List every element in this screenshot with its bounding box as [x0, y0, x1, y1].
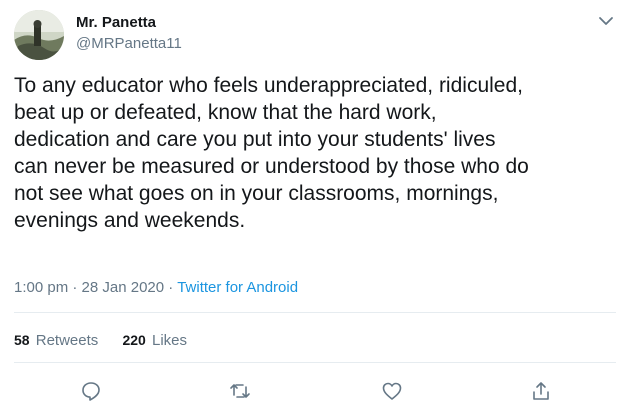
tweet-time[interactable]: 1:00 pm: [14, 279, 68, 296]
meta-separator-2: ·: [164, 279, 178, 296]
divider: [14, 312, 616, 313]
share-icon[interactable]: [530, 380, 552, 402]
meta-separator: ·: [68, 279, 82, 296]
retweets-stat[interactable]: 58 Retweets: [14, 330, 98, 351]
tweet-card: Mr. Panetta @MRPanetta11 To any educator…: [0, 0, 630, 416]
likes-stat[interactable]: 220 Likes: [122, 330, 187, 351]
user-handle[interactable]: @MRPanetta11: [76, 34, 182, 53]
retweets-label: Retweets: [35, 332, 99, 349]
engagement-stats: 58 Retweets 220 Likes: [14, 330, 207, 351]
author-block: Mr. Panetta @MRPanetta11: [76, 13, 182, 53]
tweet-metadata: 1:00 pm · 28 Jan 2020 · Twitter for Andr…: [14, 278, 298, 298]
likes-label: Likes: [151, 332, 188, 349]
avatar[interactable]: [14, 10, 64, 60]
tweet-date[interactable]: 28 Jan 2020: [82, 279, 165, 296]
chevron-down-icon[interactable]: [598, 14, 614, 28]
reply-icon[interactable]: [80, 380, 102, 402]
retweets-count: 58: [14, 332, 30, 348]
heart-icon[interactable]: [381, 380, 403, 402]
display-name[interactable]: Mr. Panetta: [76, 13, 182, 32]
tweet-text: To any educator who feels underappreciat…: [14, 74, 529, 232]
divider: [14, 362, 616, 363]
tweet-source-link[interactable]: Twitter for Android: [177, 279, 298, 296]
likes-count: 220: [122, 332, 146, 348]
retweet-icon[interactable]: [229, 380, 251, 402]
